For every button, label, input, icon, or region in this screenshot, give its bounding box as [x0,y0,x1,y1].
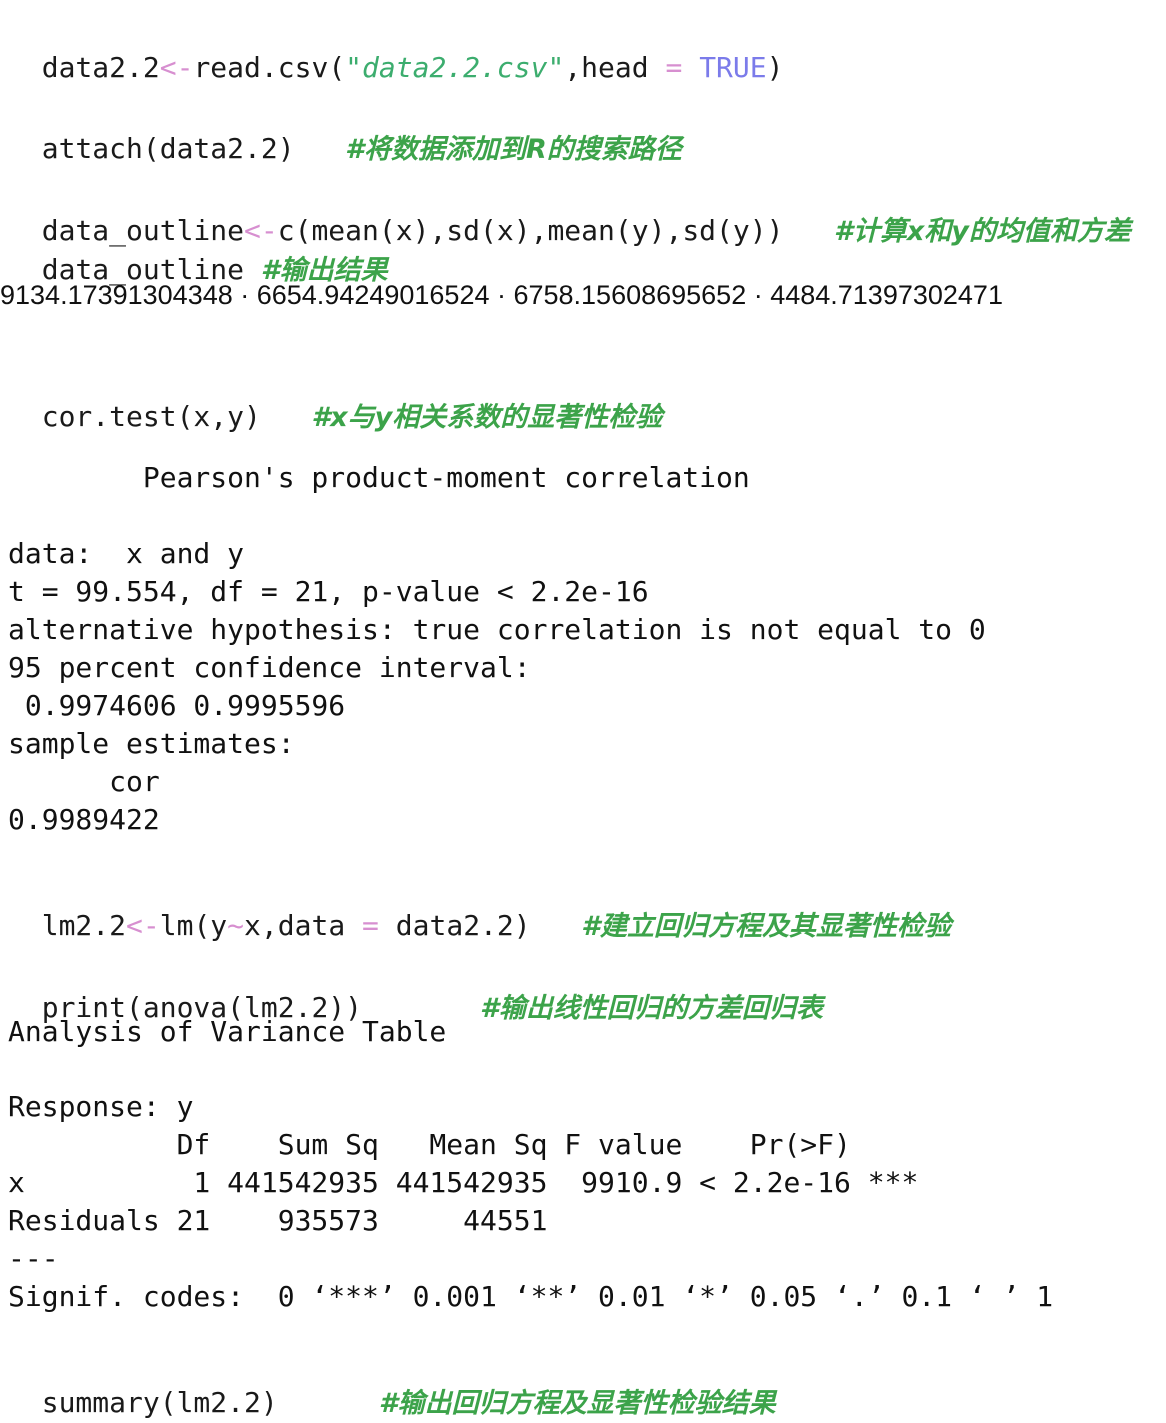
code-text: attach(data2.2) [41,132,295,165]
assign-operator: <- [126,909,160,942]
assign-operator: <- [159,51,194,84]
code-line-attach[interactable]: attach(data2.2) #将数据添加到R的搜索路径 [8,92,682,165]
string-literal: "data2.2.csv" [345,51,565,84]
code-line-summary[interactable]: summary(lm2.2) #输出回归方程及显著性检验结果 [8,1346,776,1419]
output-line: Response: y [8,1090,194,1123]
code-comment: #将数据添加到R的搜索路径 [345,134,682,165]
boolean-literal: TRUE [699,51,767,84]
equals-operator: = [362,909,379,942]
function-call: read.csv( [193,51,346,84]
variable-name: lm2.2 [41,909,127,942]
output-line: Signif. codes: 0 ‘***’ 0.001 ‘**’ 0.01 ‘… [8,1280,1054,1313]
code-text: cor.test(x,y) [41,400,261,433]
argument-value: data2.2) [378,909,531,942]
output-line: Pearson's product-moment correlation [8,461,750,494]
output-line: cor [8,765,160,798]
argument-name: ,head [564,51,666,84]
code-line-anova[interactable]: print(anova(lm2.2)) #输出线性回归的方差回归表 [8,951,823,1024]
output-line: data: x and y [8,537,245,570]
output-vector: 9134.17391304348 · 6654.94249016524 · 67… [0,280,1003,310]
code-line-outline-print[interactable]: data_outline #输出结果 [8,213,388,286]
code-comment: #计算x和y的均值和方差 [834,216,1131,247]
code-line-outline[interactable]: data_outline<-c(mean(x),sd(x),mean(y),sd… [8,174,1131,247]
equals-operator: = [665,51,683,84]
code-line-cortest[interactable]: cor.test(x,y) #x与y相关系数的显著性检验 [8,360,663,433]
output-line: Df Sum Sq Mean Sq F value Pr(>F) [8,1128,919,1161]
code-comment: #输出线性回归的方差回归表 [480,993,823,1024]
code-comment: #x与y相关系数的显著性检验 [311,402,663,433]
output-line: 0.9974606 0.9995596 [8,689,346,722]
code-line-read-csv[interactable]: data2.2<-read.csv("data2.2.csv",head = T… [8,11,784,84]
code-text: summary(lm2.2) [41,1386,278,1419]
code-comment: #建立回归方程及其显著性检验 [581,911,951,942]
output-line: sample estimates: [8,727,295,760]
output-line: x 1 441542935 441542935 9910.9 < 2.2e-16… [8,1166,919,1199]
close-paren: ) [766,51,784,84]
output-line: 0.9989422 [8,803,160,836]
output-line: Residuals 21 935573 44551 [8,1204,919,1237]
code-comment: #输出回归方程及显著性检验结果 [378,1388,776,1419]
tilde-operator: ~ [227,909,245,942]
output-line: --- [8,1242,59,1275]
variable-name: data2.2 [41,51,160,84]
function-call: lm(y [159,909,228,942]
output-line: alternative hypothesis: true correlation… [8,613,986,646]
code-line-lm[interactable]: lm2.2<-lm(y~x,data = data2.2) #建立回归方程及其显… [8,869,951,942]
output-line: 95 percent confidence interval: [8,651,531,684]
argument-name: x,data [244,909,363,942]
output-line: Analysis of Variance Table [8,1015,447,1048]
output-line: t = 99.554, df = 21, p-value < 2.2e-16 [8,575,649,608]
